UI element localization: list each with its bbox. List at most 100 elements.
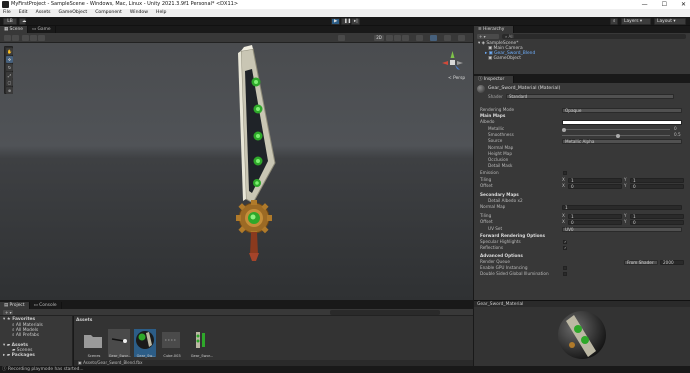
sword-model[interactable] [0,43,473,300]
material-sphere-icon [477,85,485,93]
hierarchy-item-gameobject[interactable]: ▣ GameObject [474,56,690,61]
render-queue-dropdown[interactable]: From Shader [624,259,658,265]
material-preview[interactable] [474,307,690,366]
hierarchy-search-input[interactable]: ⌕ All [502,34,686,39]
tab-project[interactable]: ▤ Project [0,302,30,309]
gizmo-neg-x[interactable] [457,61,463,65]
inspector-row: Normal Map 1 [474,204,690,210]
inspector-checkbox[interactable] [563,266,567,270]
shader-dropdown[interactable]: Standard [506,94,674,99]
search-icon[interactable]: ⌕ [610,18,618,25]
project-search-input[interactable] [330,310,440,315]
render-queue-number[interactable]: 2000 [660,259,684,265]
asset-sword-model[interactable]: Gear_Swor... [108,329,131,358]
gizmo-z-axis[interactable] [455,65,460,70]
inspector-dropdown[interactable]: UV0 [562,226,682,232]
inspector-dropdown[interactable]: Opaque [562,107,682,113]
maximize-button[interactable]: ☐ [662,0,667,9]
hand-tool-icon[interactable]: ✋ [6,48,13,55]
axis-letter: X [562,219,565,224]
menu-edit[interactable]: Edit [19,9,28,17]
layout-dropdown[interactable]: Layout ▾ [654,18,686,25]
menu-file[interactable]: File [3,9,11,17]
tree-packages-label: Packages [11,353,35,358]
effects-icon[interactable] [402,35,409,41]
slider-track[interactable] [562,133,670,138]
inspector-slider[interactable] [562,127,670,132]
tab-scene[interactable]: ▦ Scene [0,26,28,33]
asset-sword-prefab[interactable]: Gear_Swor... [190,329,213,358]
move-tool-icon[interactable]: ✥ [6,56,13,63]
inspector-dropdown[interactable]: Metallic Alpha [562,138,682,144]
tab-hierarchy[interactable]: ≡ Hierarchy [474,26,514,33]
orientation-gizmo[interactable] [440,50,465,75]
asset-cube-mesh[interactable]: Cube.003 [160,329,182,358]
slider-track[interactable] [562,127,670,132]
project-breadcrumb[interactable]: Assets [76,318,92,323]
menu-window[interactable]: Window [130,9,148,17]
tab-console[interactable]: ▭ Console [30,302,62,309]
scene-search-icon[interactable] [458,35,465,41]
slider-knob[interactable] [562,127,566,132]
gizmos-icon[interactable] [444,35,451,41]
y-field[interactable]: 1 [630,213,684,219]
hierarchy-add-button[interactable]: + ▾ [477,34,499,39]
shading-mode-icon[interactable] [338,35,345,41]
inspector-checkbox[interactable] [563,171,567,175]
tab-game[interactable]: ▭ Game [28,26,56,33]
hand-tool-toggle-icon[interactable] [4,35,11,41]
close-button[interactable]: ✕ [681,0,686,9]
pivot-icon[interactable] [12,35,19,41]
rotate-tool-icon[interactable]: ↻ [6,64,13,71]
scale-tool-icon[interactable]: ⤢ [6,72,13,79]
play-button[interactable]: ▶ [331,18,340,25]
scene-viewport[interactable] [0,43,473,300]
y-field[interactable]: 1 [630,177,684,183]
lighting-icon[interactable] [386,35,393,41]
inspector-checkbox[interactable]: ✓ [563,246,567,250]
menu-gameobject[interactable]: GameObject [59,9,88,17]
asset-sword-material[interactable]: Gear_Sw... [134,329,156,358]
gizmo-y-axis[interactable] [450,51,455,58]
preview-header[interactable]: Gear_Sword_Material [474,300,690,307]
inspector-checkbox[interactable]: ✓ [563,240,567,244]
project-add-button[interactable]: + ▾ [3,310,13,315]
layers-dropdown[interactable]: Layers ▾ [621,18,651,25]
favorites-header[interactable]: ▾ ★ Favorites [3,317,35,322]
menu-assets[interactable]: Assets [36,9,51,17]
cloud-icon[interactable]: ☁ [19,18,26,25]
snap-increment-icon[interactable] [38,35,45,41]
camera-icon[interactable] [430,35,437,41]
y-field[interactable]: 0 [630,219,684,225]
slider-knob[interactable] [616,133,620,138]
menu-component[interactable]: Component [95,9,122,17]
tree-packages[interactable]: ▸ ▰ Packages [3,353,35,358]
gizmo-center[interactable] [450,60,455,65]
asset-scenes-folder[interactable]: Scenes [82,329,104,358]
x-field[interactable]: 0 [568,219,622,225]
tab-inspector[interactable]: ⓘ Inspector [474,76,514,83]
minimize-button[interactable]: — [642,0,648,9]
x-field[interactable]: 1 [568,213,622,219]
transform-tool-icon[interactable]: ⊕ [6,87,13,94]
projection-label[interactable]: < Persp [448,76,465,81]
y-field[interactable]: 0 [630,183,684,189]
inspector-field[interactable]: 1 [562,204,682,210]
inspector-slider[interactable] [562,133,670,138]
global-icon[interactable] [22,35,29,41]
x-field[interactable]: 1 [568,177,622,183]
mode-2d-toggle[interactable]: 2D [374,35,384,41]
gizmo-x-axis[interactable] [442,61,448,65]
account-dropdown[interactable]: LB [3,18,17,25]
x-field[interactable]: 0 [568,183,622,189]
rect-tool-icon[interactable]: ▢ [6,79,13,86]
albedo-color-swatch[interactable] [562,119,682,125]
grid-snap-icon[interactable] [30,35,37,41]
hidden-objects-icon[interactable] [416,35,423,41]
pause-button[interactable]: ❚❚ [341,18,351,25]
audio-icon[interactable] [394,35,401,41]
favorite-all-prefabs[interactable]: ⌕ All Prefabs [12,333,39,338]
inspector-checkbox[interactable] [563,272,567,276]
step-button[interactable]: ▸| [351,18,360,25]
menu-help[interactable]: Help [156,9,166,17]
